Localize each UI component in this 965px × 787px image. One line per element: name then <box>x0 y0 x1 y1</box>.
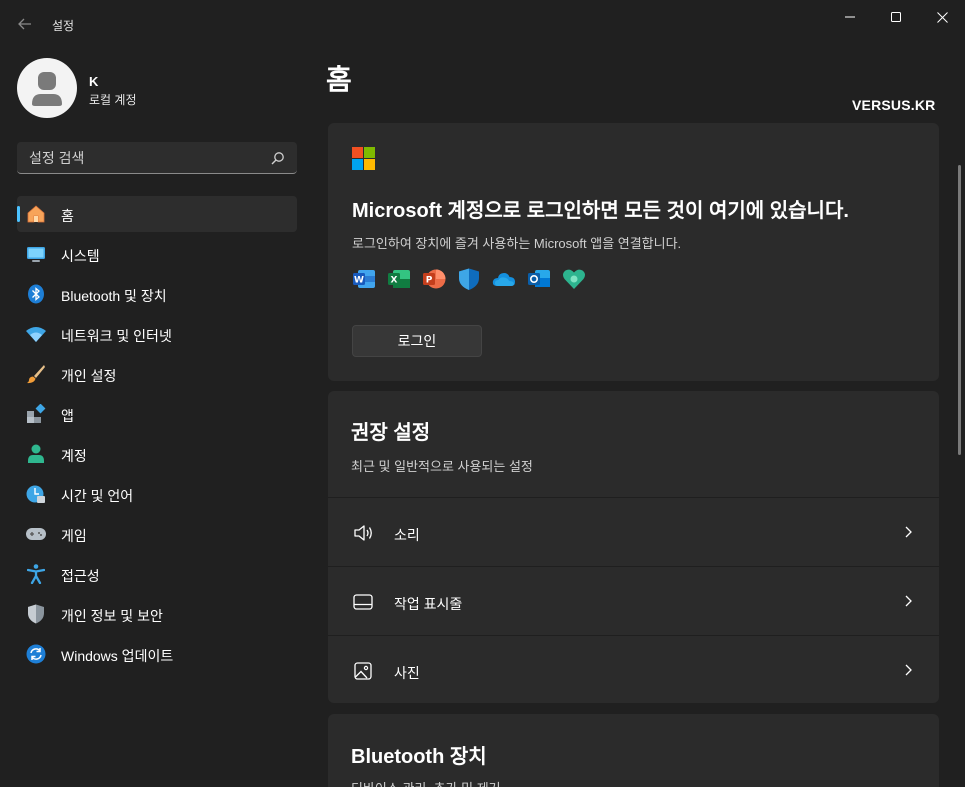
powerpoint-icon: P <box>423 269 446 289</box>
sidebar-item-label: Windows 업데이트 <box>61 648 174 664</box>
search-input[interactable] <box>17 142 257 173</box>
sidebar-item-gaming[interactable]: 게임 <box>17 516 297 552</box>
sidebar-item-network[interactable]: 네트워크 및 인터넷 <box>17 316 297 352</box>
minimize-icon <box>845 16 855 18</box>
sidebar-item-home[interactable]: 홈 <box>17 196 297 232</box>
sidebar-item-accessibility[interactable]: 접근성 <box>17 556 297 592</box>
sidebar-item-system[interactable]: 시스템 <box>17 236 297 272</box>
sidebar-item-label: 홈 <box>61 208 74 224</box>
bluetooth-description: 디바이스 관리, 추가 및 제거 <box>351 778 501 787</box>
taskbar-icon <box>353 594 373 610</box>
signin-card: Microsoft 계정으로 로그인하면 모든 것이 여기에 있습니다. 로그인… <box>328 123 939 381</box>
account-icon <box>26 444 46 464</box>
search-icon[interactable] <box>271 151 285 165</box>
recommended-list: 소리 작업 표시줄 사진 <box>328 497 939 704</box>
sidebar-nav: 홈 시스템 Bluetooth 및 장치 네트워크 및 인터넷 개인 설정 앱 <box>17 196 297 676</box>
sidebar-item-personalization[interactable]: 개인 설정 <box>17 356 297 392</box>
sidebar-item-apps[interactable]: 앱 <box>17 396 297 432</box>
sidebar-item-label: 시간 및 언어 <box>61 488 134 504</box>
time-language-icon <box>26 484 46 504</box>
watermark: VERSUS.KR <box>852 97 936 113</box>
avatar <box>17 58 77 118</box>
maximize-icon <box>891 12 901 22</box>
home-icon <box>26 204 46 224</box>
active-indicator <box>17 206 20 222</box>
defender-icon <box>459 268 479 290</box>
recommended-item-photos[interactable]: 사진 <box>328 635 939 704</box>
recommended-item-label: 사진 <box>394 665 420 681</box>
sidebar-item-label: 계정 <box>61 448 87 464</box>
svg-text:P: P <box>426 276 433 286</box>
bluetooth-devices-card: Bluetooth 장치 디바이스 관리, 추가 및 제거 <box>328 714 939 787</box>
recommended-item-label: 소리 <box>394 527 420 543</box>
sidebar-item-label: 네트워크 및 인터넷 <box>61 328 172 344</box>
maximize-button[interactable] <box>873 0 919 34</box>
sidebar-item-time-language[interactable]: 시간 및 언어 <box>17 476 297 512</box>
system-icon <box>26 244 46 264</box>
update-icon <box>26 644 46 664</box>
sidebar-item-label: Bluetooth 및 장치 <box>61 288 167 304</box>
default-user-icon <box>32 72 62 106</box>
title-bar: 설정 <box>0 0 965 48</box>
recommended-item-taskbar[interactable]: 작업 표시줄 <box>328 566 939 635</box>
close-button[interactable] <box>919 0 965 34</box>
recommended-item-sound[interactable]: 소리 <box>328 497 939 566</box>
search-box <box>17 142 297 174</box>
login-button[interactable]: 로그인 <box>352 325 482 357</box>
sidebar-item-bluetooth[interactable]: Bluetooth 및 장치 <box>17 276 297 312</box>
minimize-button[interactable] <box>827 0 873 34</box>
page-title: 홈 <box>326 64 352 95</box>
chevron-right-icon <box>905 595 912 607</box>
signin-description: 로그인하여 장치에 즐겨 사용하는 Microsoft 앱을 연결합니다. <box>352 236 682 251</box>
back-button[interactable] <box>10 10 40 38</box>
bluetooth-icon <box>26 284 46 304</box>
gamepad-icon <box>26 524 46 544</box>
outlook-icon <box>528 270 550 287</box>
speaker-icon <box>354 525 372 541</box>
user-profile[interactable]: K 로컬 계정 <box>16 58 306 118</box>
apps-icon <box>26 404 46 424</box>
recommended-description: 최근 및 일반적으로 사용되는 설정 <box>351 459 533 474</box>
shield-icon <box>26 604 46 624</box>
chevron-right-icon <box>905 526 912 538</box>
svg-text:W: W <box>354 276 364 286</box>
family-icon <box>562 269 586 289</box>
recommended-item-label: 작업 표시줄 <box>394 596 463 612</box>
microsoft-logo-icon <box>352 147 375 170</box>
accessibility-icon <box>26 564 46 584</box>
word-icon: W <box>353 270 375 288</box>
sidebar-item-label: 개인 정보 및 보안 <box>61 608 163 624</box>
app-title: 설정 <box>52 19 75 33</box>
bluetooth-title: Bluetooth 장치 <box>351 746 487 768</box>
sidebar-item-accounts[interactable]: 계정 <box>17 436 297 472</box>
microsoft-apps: W X P <box>352 267 586 295</box>
onedrive-icon <box>492 273 515 286</box>
back-arrow-icon <box>18 18 31 30</box>
scrollbar[interactable] <box>958 165 961 455</box>
account-type: 로컬 계정 <box>89 93 137 107</box>
sidebar-item-label: 앱 <box>61 408 74 424</box>
recommended-settings-card: 권장 설정 최근 및 일반적으로 사용되는 설정 소리 작업 표시줄 사진 <box>328 391 939 703</box>
sidebar-item-label: 게임 <box>61 528 87 544</box>
signin-title: Microsoft 계정으로 로그인하면 모든 것이 여기에 있습니다. <box>352 200 849 222</box>
wifi-icon <box>26 324 46 344</box>
sidebar-item-privacy[interactable]: 개인 정보 및 보안 <box>17 596 297 632</box>
sidebar-item-windows-update[interactable]: Windows 업데이트 <box>17 636 297 672</box>
sidebar-item-label: 개인 설정 <box>61 368 117 384</box>
user-name: K <box>89 74 99 89</box>
close-icon <box>936 11 948 23</box>
svg-text:X: X <box>391 276 398 286</box>
picture-icon <box>354 662 372 680</box>
sidebar-item-label: 접근성 <box>61 568 100 584</box>
sidebar-item-label: 시스템 <box>61 248 100 264</box>
recommended-title: 권장 설정 <box>351 422 431 444</box>
chevron-right-icon <box>905 664 912 676</box>
brush-icon <box>26 364 46 384</box>
excel-icon: X <box>388 270 410 288</box>
